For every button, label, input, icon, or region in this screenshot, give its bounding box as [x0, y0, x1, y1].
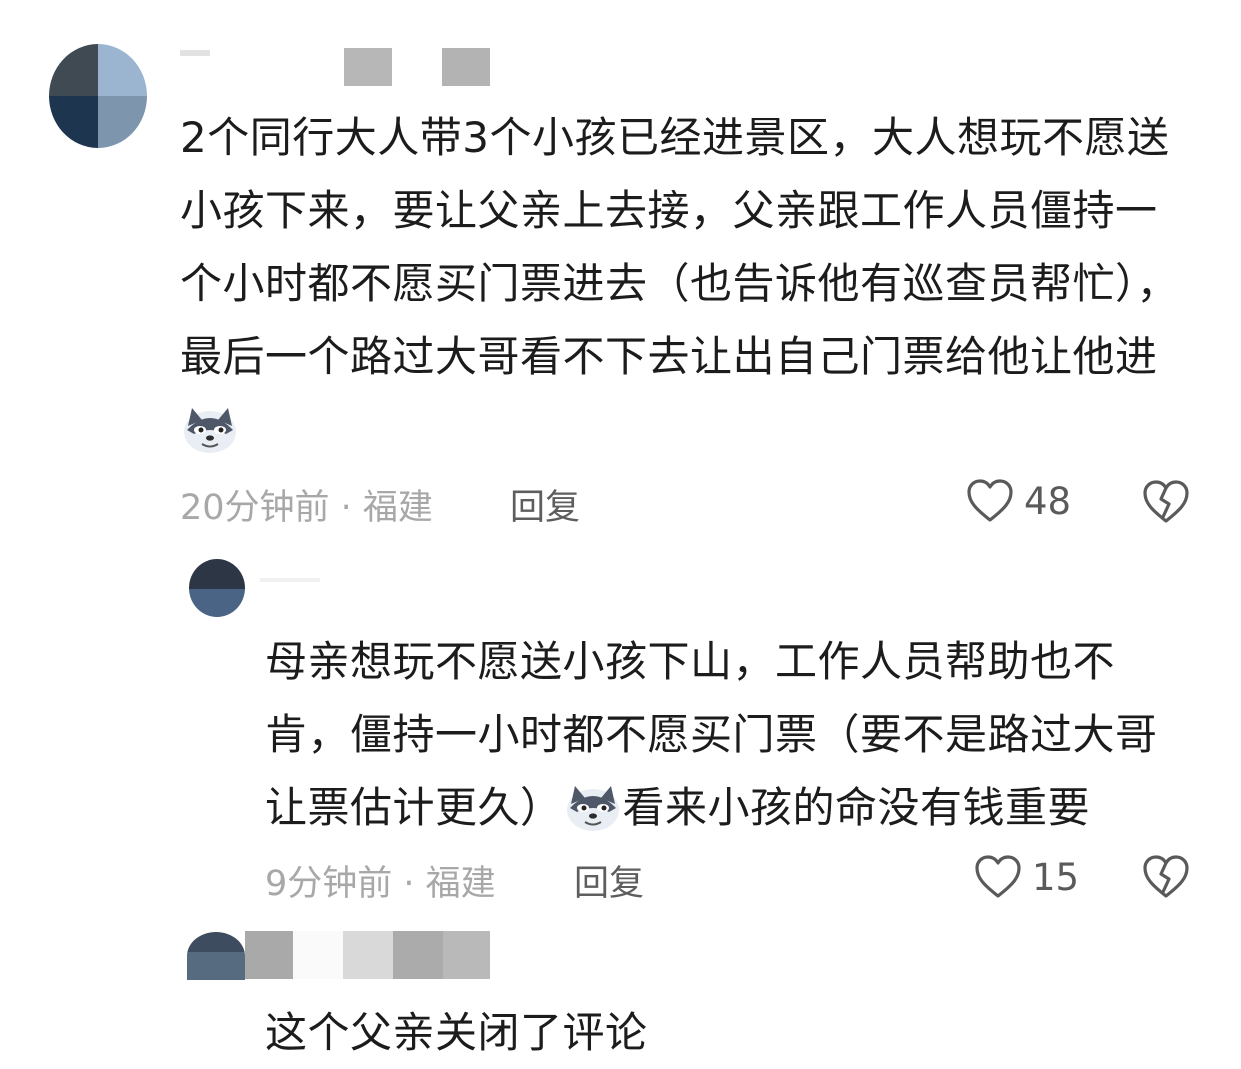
- like-count: 15: [1032, 855, 1080, 899]
- comment-text: 2个同行大人带3个小孩已经进景区，大人想玩不愿送小孩下来，要让父亲上去接，父亲跟…: [180, 101, 1190, 466]
- reply-button[interactable]: 回复: [574, 855, 644, 906]
- avatar[interactable]: [187, 932, 245, 980]
- username-redacted[interactable]: [180, 48, 500, 86]
- username-redacted[interactable]: [260, 578, 350, 586]
- heart-outline-icon: [975, 855, 1021, 898]
- comment-1: 2个同行大人带3个小孩已经进景区，大人想玩不愿送小孩下来，要让父亲上去接，父亲跟…: [0, 0, 1241, 540]
- doge-wolf-emoji: [566, 786, 619, 831]
- comment-text-content-end: 看来小孩的命没有钱重要: [622, 783, 1091, 832]
- like-button[interactable]: 48: [966, 478, 1071, 524]
- reply-button[interactable]: 回复: [510, 479, 580, 530]
- username-redacted[interactable]: [245, 931, 545, 981]
- comment-time-location: 20分钟前 · 福建: [180, 488, 433, 528]
- broken-heart-icon[interactable]: [1142, 854, 1190, 900]
- avatar[interactable]: [189, 559, 245, 617]
- comment-text: 这个父亲关闭了评论: [265, 1008, 648, 1057]
- avatar[interactable]: [49, 44, 147, 148]
- like-button[interactable]: 15: [974, 854, 1079, 900]
- like-count: 48: [1024, 479, 1072, 523]
- comment-2: 母亲想玩不愿送小孩下山，工作人员帮助也不肯，僵持一小时都不愿买门票（要不是路过大…: [0, 540, 1241, 910]
- comment-text-content: 2个同行大人带3个小孩已经进景区，大人想玩不愿送小孩下来，要让父亲上去接，父亲跟…: [180, 113, 1180, 381]
- doge-wolf-emoji: [184, 408, 236, 453]
- comment-text: 母亲想玩不愿送小孩下山，工作人员帮助也不肯，僵持一小时都不愿买门票（要不是路过大…: [265, 625, 1195, 844]
- comment-3: 这个父亲关闭了评论: [0, 910, 1241, 1059]
- comment-time-location: 9分钟前 · 福建: [265, 864, 496, 904]
- broken-heart-icon[interactable]: [1142, 479, 1190, 525]
- heart-outline-icon: [967, 479, 1013, 522]
